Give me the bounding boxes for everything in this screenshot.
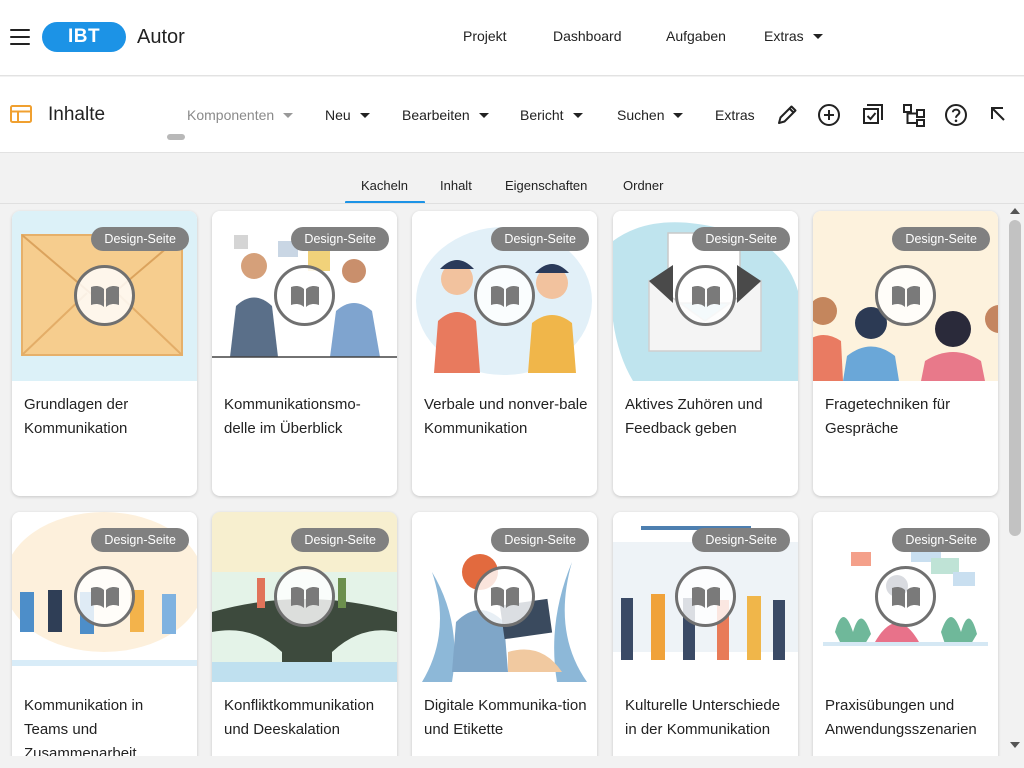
tile-thumbnail: Design-Seite bbox=[813, 512, 998, 682]
layout-icon bbox=[10, 105, 32, 123]
app-header: IBT Autor Projekt Dashboard Aufgaben Ext… bbox=[0, 0, 1024, 76]
tile-card[interactable]: Design-Seite Kommunikationsmo-delle im Ü… bbox=[212, 211, 397, 496]
tile-title: Konfliktkommunikation und Deeskalation bbox=[224, 697, 375, 738]
tile-title: Kommunikationsmo-delle im Überblick bbox=[224, 396, 361, 437]
app-name: Autor bbox=[137, 26, 185, 48]
status-badge: Design-Seite bbox=[892, 227, 990, 251]
tile-card[interactable]: Design-Seite Digitale Kommunika-tion und… bbox=[412, 512, 597, 756]
status-badge: Design-Seite bbox=[692, 528, 790, 552]
book-icon bbox=[74, 566, 135, 627]
nav-aufgaben[interactable]: Aufgaben bbox=[666, 28, 726, 44]
status-badge: Design-Seite bbox=[692, 227, 790, 251]
tile-card[interactable]: Design-Seite Kulturelle Unterschiede in … bbox=[613, 512, 798, 756]
tile-thumbnail: Design-Seite bbox=[613, 211, 798, 381]
menu-bericht[interactable]: Bericht bbox=[520, 107, 583, 123]
chevron-down-icon bbox=[478, 112, 489, 118]
tile-title: Digitale Kommunika-tion und Etikette bbox=[424, 697, 587, 738]
status-badge: Design-Seite bbox=[491, 227, 589, 251]
tile-card[interactable]: Design-Seite Konfliktkommunikation und D… bbox=[212, 512, 397, 756]
tile-thumbnail: Design-Seite bbox=[12, 211, 197, 381]
chevron-down-icon bbox=[812, 33, 823, 39]
chevron-down-icon bbox=[673, 112, 684, 118]
scroll-down-icon[interactable] bbox=[1010, 742, 1020, 748]
book-icon bbox=[274, 265, 335, 326]
menu-icon[interactable] bbox=[10, 29, 30, 45]
status-badge: Design-Seite bbox=[892, 528, 990, 552]
tile-thumbnail: Design-Seite bbox=[212, 512, 397, 682]
nav-extras[interactable]: Extras bbox=[764, 28, 823, 44]
nav-projekt[interactable]: Projekt bbox=[463, 28, 507, 44]
tab-ordner[interactable]: Ordner bbox=[623, 178, 663, 193]
tile-card[interactable]: Design-Seite Grundlagen der Kommunikatio… bbox=[12, 211, 197, 496]
tile-grid: Design-Seite Grundlagen der Kommunikatio… bbox=[0, 204, 1006, 756]
status-badge: Design-Seite bbox=[91, 528, 189, 552]
book-icon bbox=[274, 566, 335, 627]
drag-handle[interactable] bbox=[167, 134, 185, 140]
tile-title: Verbale und nonver-bale Kommunikation bbox=[424, 396, 588, 437]
book-icon bbox=[875, 566, 936, 627]
menu-neu[interactable]: Neu bbox=[325, 107, 370, 123]
tile-thumbnail: Design-Seite bbox=[813, 211, 998, 381]
menu-bearbeiten[interactable]: Bearbeiten bbox=[402, 107, 489, 123]
arrow-up-left-icon[interactable] bbox=[985, 101, 1013, 129]
menu-suchen[interactable]: Suchen bbox=[617, 107, 684, 123]
tile-thumbnail: Design-Seite bbox=[212, 211, 397, 381]
content-toolbar: Inhalte Komponenten Neu Bearbeiten Beric… bbox=[0, 77, 1024, 153]
tile-card[interactable]: Design-Seite Fragetechniken für Gespräch… bbox=[813, 211, 998, 496]
tile-title: Kulturelle Unterschiede in der Kommunika… bbox=[625, 697, 781, 738]
tile-thumbnail: Design-Seite bbox=[613, 512, 798, 682]
tab-inhalt[interactable]: Inhalt bbox=[440, 178, 472, 193]
app-logo[interactable]: IBT bbox=[42, 22, 126, 52]
book-icon bbox=[675, 265, 736, 326]
status-badge: Design-Seite bbox=[291, 227, 389, 251]
tile-card[interactable]: Design-Seite Verbale und nonver-bale Kom… bbox=[412, 211, 597, 496]
menu-komponenten[interactable]: Komponenten bbox=[187, 107, 294, 123]
book-icon bbox=[875, 265, 936, 326]
checklist-icon[interactable] bbox=[858, 101, 886, 129]
tile-card[interactable]: Design-Seite Aktives Zuhören und Feedbac… bbox=[613, 211, 798, 496]
tile-thumbnail: Design-Seite bbox=[412, 512, 597, 682]
scroll-up-icon[interactable] bbox=[1010, 208, 1020, 214]
tile-title: Fragetechniken für Gespräche bbox=[825, 396, 951, 437]
scrollbar-thumb[interactable] bbox=[1009, 220, 1021, 536]
menu-extras[interactable]: Extras bbox=[715, 107, 755, 123]
tile-title: Grundlagen der Kommunikation bbox=[24, 396, 129, 437]
book-icon bbox=[675, 566, 736, 627]
tile-card[interactable]: Design-Seite Praxisübungen und Anwendung… bbox=[813, 512, 998, 756]
tab-kacheln[interactable]: Kacheln bbox=[361, 178, 408, 193]
status-badge: Design-Seite bbox=[91, 227, 189, 251]
pencil-icon[interactable] bbox=[773, 101, 801, 129]
help-icon[interactable] bbox=[942, 101, 970, 129]
tile-thumbnail: Design-Seite bbox=[12, 512, 197, 682]
hierarchy-icon[interactable] bbox=[900, 101, 928, 129]
chevron-down-icon bbox=[283, 112, 294, 118]
tile-title: Praxisübungen und Anwendungsszenarien bbox=[825, 697, 977, 738]
chevron-down-icon bbox=[572, 112, 583, 118]
nav-dashboard[interactable]: Dashboard bbox=[553, 28, 622, 44]
tile-card[interactable]: Design-Seite Kommunikation in Teams und … bbox=[12, 512, 197, 756]
book-icon bbox=[474, 265, 535, 326]
add-circle-icon[interactable] bbox=[815, 101, 843, 129]
tab-eigenschaften[interactable]: Eigenschaften bbox=[505, 178, 587, 193]
book-icon bbox=[74, 265, 135, 326]
book-icon bbox=[474, 566, 535, 627]
tile-thumbnail: Design-Seite bbox=[412, 211, 597, 381]
view-tabs: Kacheln Inhalt Eigenschaften Ordner bbox=[0, 154, 1024, 204]
status-badge: Design-Seite bbox=[291, 528, 389, 552]
status-badge: Design-Seite bbox=[491, 528, 589, 552]
section-title: Inhalte bbox=[48, 104, 106, 125]
vertical-scrollbar[interactable] bbox=[1006, 204, 1024, 756]
tile-title: Kommunikation in Teams und Zusammenarbei… bbox=[24, 697, 144, 756]
tile-title: Aktives Zuhören und Feedback geben bbox=[625, 396, 763, 437]
chevron-down-icon bbox=[359, 112, 370, 118]
